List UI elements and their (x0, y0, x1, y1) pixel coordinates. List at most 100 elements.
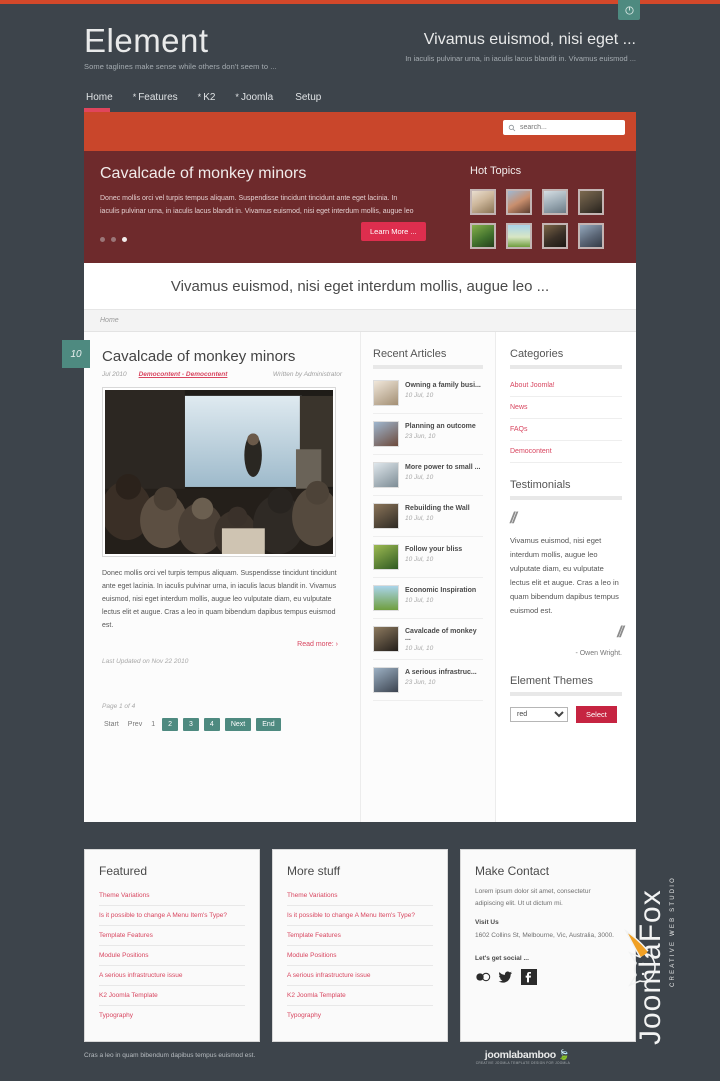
theme-select-button[interactable]: Select (576, 706, 617, 723)
social-links (475, 969, 621, 985)
footer-logo-name: joomlabamboo (484, 1049, 556, 1061)
brand[interactable]: Element Some taglines make sense while o… (84, 22, 277, 71)
list-item-date: 10 Jul, 10 (405, 597, 434, 604)
nav-prefix: * (197, 92, 202, 102)
featured-link[interactable]: A serious infrastructure issue (99, 966, 245, 986)
more-stuff-link[interactable]: Module Positions (287, 946, 433, 966)
footer-logo-tagline: CREATIVE JOOMLA TEMPLATE DESIGN FOR JOOM… (475, 1061, 570, 1065)
category-item-about-joomla[interactable]: About Joomla! (510, 375, 622, 397)
site-footer: Cras a leo in quam bibendum dapibus temp… (0, 1040, 720, 1081)
featured-link[interactable]: K2 Joomla Template (99, 986, 245, 1006)
page-banner: Vivamus euismod, nisi eget interdum moll… (84, 263, 636, 310)
slider-dot-active[interactable] (122, 237, 127, 242)
recent-articles-title: Recent Articles (373, 348, 447, 360)
hot-topic-thumb[interactable] (578, 189, 604, 215)
pagination-page-3[interactable]: 3 (183, 718, 199, 731)
list-item[interactable]: Follow your bliss 10 Jul, 10 (373, 537, 483, 578)
more-stuff-link[interactable]: Is it possible to change A Menu Item's T… (287, 906, 433, 926)
quote-open-icon: // (510, 510, 517, 527)
category-item-democontent[interactable]: Democontent (510, 441, 622, 463)
bottom-modules: Featured Theme Variations Is it possible… (84, 849, 636, 1042)
featured-link[interactable]: Module Positions (99, 946, 245, 966)
learn-more-button[interactable]: Learn More ... (361, 222, 426, 241)
hot-topic-thumb[interactable] (542, 223, 568, 249)
featured-link[interactable]: Is it possible to change A Menu Item's T… (99, 906, 245, 926)
more-stuff-link[interactable]: Typography (287, 1006, 433, 1025)
more-stuff-link[interactable]: K2 Joomla Template (287, 986, 433, 1006)
list-item[interactable]: Cavalcade of monkey ... 10 Jul, 10 (373, 619, 483, 660)
hot-topic-thumb[interactable] (470, 223, 496, 249)
hot-topic-thumb[interactable] (506, 223, 532, 249)
header-promo: Vivamus euismod, nisi eget ... In iaculi… (336, 30, 636, 63)
list-item[interactable]: Rebuilding the Wall 10 Jul, 10 (373, 496, 483, 537)
category-item-faqs[interactable]: FAQs (510, 419, 622, 441)
nav-item-home[interactable]: Home (84, 92, 113, 103)
list-item-title[interactable]: Rebuilding the Wall (405, 505, 470, 512)
list-item-title[interactable]: More power to small ... (405, 464, 480, 471)
featured-link[interactable]: Theme Variations (99, 886, 245, 906)
featured-link[interactable]: Typography (99, 1006, 245, 1025)
slider-dot[interactable] (111, 237, 116, 242)
nav-item-joomla[interactable]: * Joomla (235, 92, 273, 103)
list-item[interactable]: Economic Inspiration 10 Jul, 10 (373, 578, 483, 619)
search-box[interactable] (503, 120, 625, 135)
list-item-title[interactable]: Cavalcade of monkey ... (405, 628, 483, 642)
recent-articles-list: Owning a family busi... 10 Jul, 10 Planni… (373, 373, 483, 701)
search-input[interactable] (520, 124, 620, 131)
right-sidebar: Categories About Joomla! News FAQs Democ… (495, 332, 636, 822)
list-item-title[interactable]: A serious infrastruc... (405, 669, 477, 676)
categories-title: Categories (510, 348, 564, 360)
testimonial-author: - Owen Wright. (575, 650, 622, 657)
twitter-icon[interactable] (498, 969, 514, 985)
flickr-icon[interactable] (475, 969, 491, 985)
pagination-info: Page 1 of 4 (102, 703, 136, 710)
article-last-updated: Last Updated on Nov 22 2010 (102, 658, 189, 665)
list-item[interactable]: A serious infrastruc... 23 Jun, 10 (373, 660, 483, 701)
pagination-page-2[interactable]: 2 (162, 718, 179, 731)
list-item[interactable]: Owning a family busi... 10 Jul, 10 (373, 373, 483, 414)
site-header: Element Some taglines make sense while o… (0, 4, 720, 110)
hot-topic-thumb[interactable] (470, 189, 496, 215)
article-author: Written by Administrator (272, 371, 342, 378)
category-item-news[interactable]: News (510, 397, 622, 419)
article-thumb (373, 462, 399, 488)
pagination-end[interactable]: End (256, 718, 281, 731)
list-item[interactable]: Planning an outcome 23 Jun, 10 (373, 414, 483, 455)
slider-dot[interactable] (100, 237, 105, 242)
footer-text: Cras a leo in quam bibendum dapibus temp… (84, 1052, 256, 1059)
list-item[interactable]: More power to small ... 10 Jul, 10 (373, 455, 483, 496)
more-stuff-title: More stuff (287, 864, 341, 878)
theme-select[interactable]: red blue green orange (510, 707, 568, 722)
nav-item-features[interactable]: * Features (133, 92, 178, 103)
pagination-next[interactable]: Next (224, 718, 252, 731)
brand-tagline: Some taglines make sense while others do… (84, 62, 277, 71)
more-stuff-link[interactable]: Theme Variations (287, 886, 433, 906)
featured-link[interactable]: Template Features (99, 926, 245, 946)
hot-topics: Hot Topics (470, 165, 604, 263)
more-stuff-link[interactable]: A serious infrastructure issue (287, 966, 433, 986)
article-category[interactable]: Democontent - Democontent (139, 371, 228, 378)
hot-topic-thumb[interactable] (542, 189, 568, 215)
article-thumb (373, 421, 399, 447)
joomlabamboo-logo[interactable]: joomlabamboo 🍃 CREATIVE JOOMLA TEMPLATE D… (475, 1049, 571, 1065)
hot-topic-thumb[interactable] (506, 189, 532, 215)
list-item-title[interactable]: Economic Inspiration (405, 587, 476, 594)
list-item-title[interactable]: Owning a family busi... (405, 382, 481, 389)
breadcrumb-item-home[interactable]: Home (100, 317, 119, 324)
nav-item-k2[interactable]: * K2 (198, 92, 216, 103)
list-item-title[interactable]: Planning an outcome (405, 423, 476, 430)
featured-title: Featured (99, 864, 148, 878)
slider-dots (100, 237, 127, 242)
more-stuff-link[interactable]: Template Features (287, 926, 433, 946)
pagination-prev: Prev (127, 721, 143, 728)
list-item-date: 23 Jun, 10 (405, 679, 436, 686)
nav-item-setup[interactable]: Setup (293, 92, 321, 103)
element-themes-module: Element Themes red blue green orange Sel… (510, 675, 622, 723)
header-promo-sub: In iaculis pulvinar urna, in iaculis lac… (405, 54, 636, 63)
list-item-title[interactable]: Follow your bliss (405, 546, 462, 553)
facebook-icon[interactable] (521, 969, 537, 985)
search-icon (508, 124, 516, 131)
pagination-page-4[interactable]: 4 (203, 718, 220, 731)
hot-topic-thumb[interactable] (578, 223, 604, 249)
read-more-link[interactable]: Read more: › (102, 641, 338, 648)
